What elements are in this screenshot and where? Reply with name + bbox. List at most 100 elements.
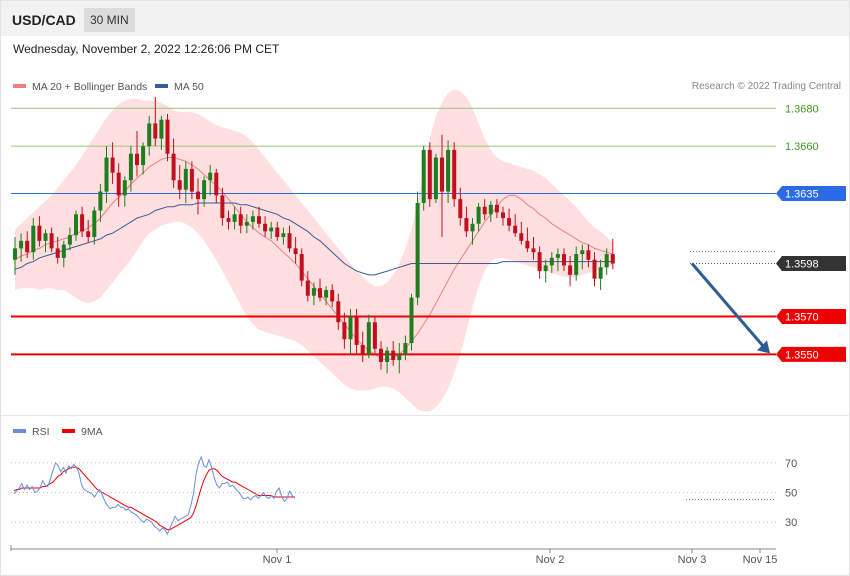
- candle-body: [165, 119, 170, 154]
- candle-body: [592, 259, 597, 279]
- rsi-line: [13, 455, 296, 536]
- candle-body: [470, 223, 475, 232]
- candle-body: [391, 350, 396, 361]
- candle-body: [238, 214, 243, 226]
- candle-body: [55, 248, 60, 258]
- x-axis-tick-label: Nov 15: [743, 554, 778, 566]
- candle-body: [360, 344, 365, 355]
- candle-body: [476, 206, 481, 224]
- candle-body: [86, 231, 91, 238]
- rsi-ma-line: [13, 466, 295, 531]
- bollinger-band: [15, 89, 613, 412]
- candle-body: [555, 254, 560, 258]
- rsi-tick-label: 50: [785, 488, 797, 500]
- candle-body: [98, 191, 103, 211]
- candle-body: [74, 214, 78, 236]
- candle-body: [208, 172, 213, 181]
- candle-body: [67, 235, 72, 245]
- candle-body: [49, 233, 54, 249]
- candle-body: [25, 240, 30, 253]
- candle-body: [287, 233, 292, 249]
- rsi-tick-label: 70: [785, 458, 797, 470]
- candle-body: [110, 157, 115, 173]
- resistance-level-label: 1.3660: [785, 141, 819, 153]
- candle-body: [598, 267, 603, 279]
- rsi-tick-label: 30: [785, 517, 797, 529]
- x-axis-tick-label: Nov 1: [263, 554, 292, 566]
- candle-body: [293, 248, 298, 255]
- projection-arrow-line: [690, 262, 768, 351]
- candle-body: [366, 322, 371, 355]
- candle-body: [415, 202, 420, 298]
- candle-body: [324, 290, 329, 298]
- candle-body: [171, 153, 176, 181]
- candle-body: [135, 153, 139, 166]
- candle-body: [379, 348, 383, 362]
- candle-body: [104, 157, 109, 192]
- candle-body: [440, 157, 444, 192]
- candle-body: [183, 168, 188, 190]
- candle-body: [257, 216, 261, 224]
- candle-body: [61, 244, 66, 258]
- candle-body: [220, 195, 225, 219]
- candle-body: [464, 218, 469, 232]
- candle-body: [13, 248, 17, 260]
- last-price-label: 1.3598: [785, 259, 819, 271]
- candle-body: [153, 123, 158, 139]
- candle-body: [385, 350, 390, 362]
- candle-body: [92, 210, 97, 238]
- candle-body: [543, 265, 548, 272]
- candle-body: [519, 233, 524, 241]
- candle-body: [574, 254, 579, 275]
- candle-body: [122, 180, 127, 196]
- candle-body: [311, 288, 316, 296]
- candle-body: [159, 119, 164, 139]
- candle-body: [403, 343, 408, 355]
- candle-body: [43, 233, 48, 241]
- candle-body: [305, 280, 310, 296]
- candle-body: [488, 204, 493, 215]
- candle-body: [80, 214, 85, 232]
- candle-body: [452, 149, 457, 200]
- candle-body: [348, 316, 353, 340]
- candle-body: [244, 221, 249, 226]
- candle-body: [189, 168, 194, 192]
- candle-body: [226, 218, 231, 222]
- candle-body: [275, 227, 280, 238]
- candle-body: [501, 212, 505, 219]
- candle-body: [604, 254, 609, 268]
- candle-body: [281, 233, 286, 238]
- candle-body: [421, 149, 426, 203]
- candle-body: [525, 240, 530, 249]
- candle-body: [330, 290, 335, 302]
- candle-body: [141, 146, 146, 166]
- candle-body: [482, 206, 487, 215]
- candle-body: [232, 214, 237, 222]
- candle-body: [269, 227, 274, 232]
- candle-body: [549, 257, 554, 266]
- candle-body: [342, 322, 347, 340]
- support-level-label: 1.3570: [785, 312, 819, 324]
- candle-body: [299, 254, 304, 281]
- candle-body: [531, 248, 536, 253]
- candle-body: [372, 322, 377, 349]
- candle-body: [562, 254, 566, 266]
- candle-body: [427, 149, 432, 200]
- candle-body: [116, 172, 121, 196]
- candle-body: [513, 225, 518, 234]
- x-axis-tick-label: Nov 3: [678, 554, 707, 566]
- candle-body: [214, 172, 219, 196]
- candle-body: [336, 301, 341, 323]
- candle-body: [568, 265, 573, 275]
- candle-body: [196, 191, 200, 200]
- candle-body: [537, 252, 542, 272]
- candle-body: [147, 123, 152, 147]
- x-axis-tick-label: Nov 2: [536, 554, 565, 566]
- candle-body: [31, 225, 36, 253]
- pivot-level-label: 1.3635: [785, 188, 819, 200]
- candle-body: [318, 288, 322, 298]
- candle-body: [354, 316, 359, 345]
- candle-body: [397, 354, 402, 361]
- resistance-level-label: 1.3680: [785, 103, 819, 115]
- candle-body: [177, 180, 182, 190]
